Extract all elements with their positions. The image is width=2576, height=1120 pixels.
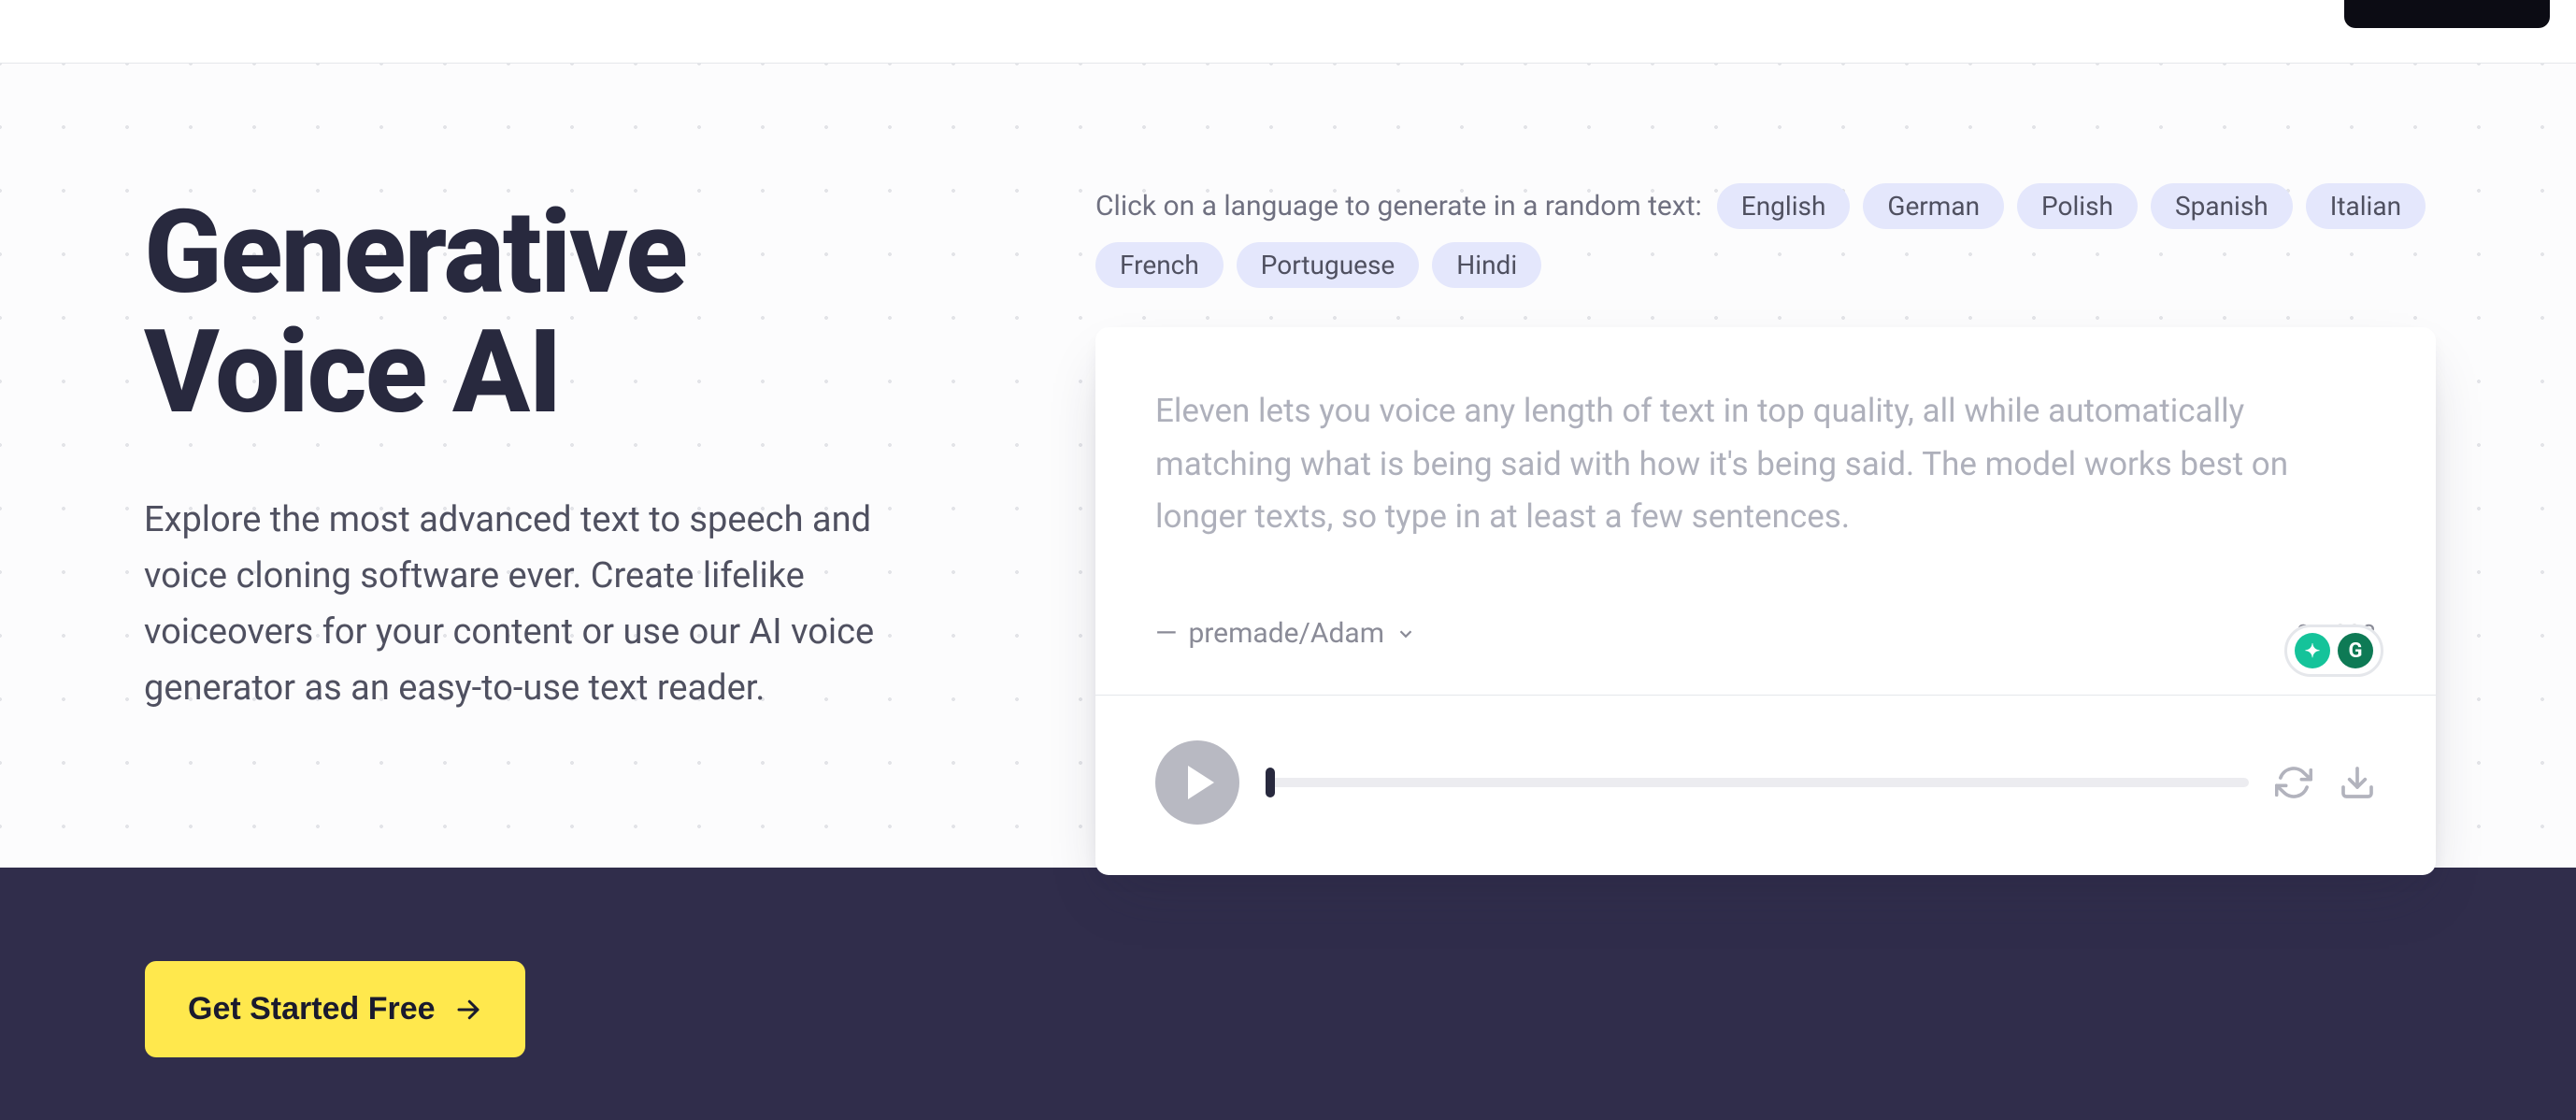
lang-pill-german[interactable]: German <box>1863 183 2004 229</box>
top-bar <box>0 0 2576 64</box>
play-button[interactable] <box>1155 740 1239 825</box>
lang-pill-hindi[interactable]: Hindi <box>1432 242 1541 288</box>
grammarly-badge[interactable]: ✦ G <box>2284 625 2383 677</box>
loop-icon[interactable] <box>2275 764 2312 801</box>
hero-subhead: Explore the most advanced text to speech… <box>144 492 957 716</box>
lang-pill-english[interactable]: English <box>1717 183 1851 229</box>
voice-label: premade/Adam <box>1188 617 1384 650</box>
voice-selector[interactable]: — premade/Adam <box>1155 617 1416 650</box>
hero-headline: Generative Voice AI <box>144 194 1084 434</box>
progress-track[interactable] <box>1266 778 2249 787</box>
arrow-right-icon <box>454 996 482 1024</box>
grammarly-icon: G <box>2338 633 2373 668</box>
header-dark-button[interactable] <box>2344 0 2550 28</box>
lang-pill-french[interactable]: French <box>1095 242 1224 288</box>
headline-line-2: Voice AI <box>144 306 561 440</box>
language-selector-row: Click on a language to generate in a ran… <box>1095 183 2436 288</box>
cta-label: Get Started Free <box>188 991 436 1027</box>
language-prompt: Click on a language to generate in a ran… <box>1095 190 1702 223</box>
lang-pill-polish[interactable]: Polish <box>2017 183 2138 229</box>
voice-dash: — <box>1155 617 1177 650</box>
audio-player <box>1095 696 2436 875</box>
tts-card: Eleven lets you voice any length of text… <box>1095 327 2436 875</box>
chevron-down-icon <box>1395 624 1416 644</box>
suggestion-icon: ✦ <box>2295 633 2330 668</box>
lang-pill-italian[interactable]: Italian <box>2306 183 2426 229</box>
play-icon <box>1188 766 1214 799</box>
download-icon[interactable] <box>2339 764 2376 801</box>
lang-pill-spanish[interactable]: Spanish <box>2151 183 2293 229</box>
progress-handle[interactable] <box>1266 768 1275 797</box>
text-input-area[interactable]: Eleven lets you voice any length of text… <box>1095 327 2436 589</box>
get-started-button[interactable]: Get Started Free <box>145 961 525 1057</box>
headline-line-1: Generative <box>144 186 686 321</box>
text-input-placeholder: Eleven lets you voice any length of text… <box>1155 385 2376 544</box>
lang-pill-portuguese[interactable]: Portuguese <box>1237 242 1420 288</box>
